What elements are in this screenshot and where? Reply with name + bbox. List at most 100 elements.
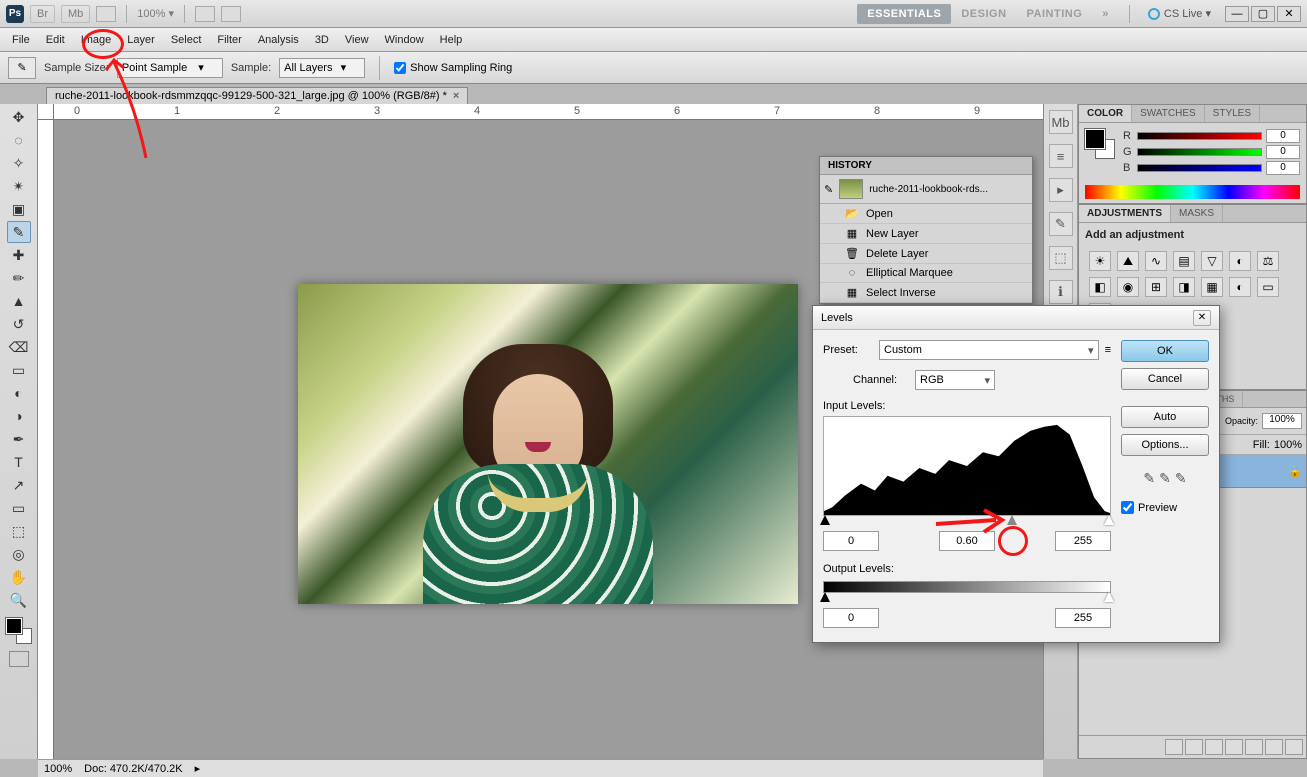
bridge-button[interactable]: Br bbox=[30, 5, 55, 23]
history-brush-tool[interactable]: ↺ bbox=[7, 313, 31, 335]
current-tool-icon[interactable]: ✎ bbox=[8, 57, 36, 79]
hand-tool[interactable]: ✋ bbox=[7, 566, 31, 588]
show-sampling-checkbox[interactable] bbox=[394, 62, 406, 74]
link-layers-button[interactable] bbox=[1165, 739, 1183, 755]
delete-layer-button[interactable] bbox=[1285, 739, 1303, 755]
window-close-button[interactable]: ✕ bbox=[1277, 6, 1301, 22]
green-value[interactable]: 0 bbox=[1266, 145, 1300, 159]
status-zoom[interactable]: 100% bbox=[44, 763, 72, 775]
adj-exposure-icon[interactable]: ▤ bbox=[1173, 251, 1195, 271]
green-slider[interactable] bbox=[1137, 148, 1262, 156]
menu-edit[interactable]: Edit bbox=[38, 30, 73, 50]
type-tool[interactable]: T bbox=[7, 451, 31, 473]
workspace-essentials[interactable]: ESSENTIALS bbox=[857, 4, 951, 24]
brush-panel-icon[interactable]: ✎ bbox=[1049, 212, 1073, 236]
output-low-handle[interactable] bbox=[820, 592, 830, 602]
midtones-handle[interactable] bbox=[1007, 515, 1017, 525]
window-minimize-button[interactable]: — bbox=[1225, 6, 1249, 22]
lasso-tool[interactable]: ✧ bbox=[7, 152, 31, 174]
zoom-tool[interactable]: 🔍 bbox=[7, 589, 31, 611]
info-panel-icon[interactable]: ℹ bbox=[1049, 280, 1073, 304]
ruler-origin[interactable] bbox=[38, 104, 54, 120]
new-layer-button[interactable] bbox=[1265, 739, 1283, 755]
history-item-newlayer[interactable]: ▦New Layer bbox=[820, 224, 1032, 244]
red-slider[interactable] bbox=[1137, 132, 1262, 140]
menu-layer[interactable]: Layer bbox=[119, 30, 163, 50]
preset-select[interactable]: Custom bbox=[879, 340, 1099, 360]
adj-invert-icon[interactable]: ◨ bbox=[1173, 277, 1195, 297]
gray-eyedropper-icon[interactable]: ✎ bbox=[1159, 470, 1171, 487]
levels-close-button[interactable]: ✕ bbox=[1193, 310, 1211, 326]
move-tool[interactable]: ✥ bbox=[7, 106, 31, 128]
preview-checkbox[interactable] bbox=[1121, 501, 1134, 514]
document-tab[interactable]: ruche-2011-lookbook-rdsmmzqqc-99129-500-… bbox=[46, 87, 468, 104]
group-button[interactable] bbox=[1245, 739, 1263, 755]
menu-analysis[interactable]: Analysis bbox=[250, 30, 307, 50]
adj-levels-icon[interactable]: ⛰ bbox=[1117, 251, 1139, 271]
crop-tool[interactable]: ▣ bbox=[7, 198, 31, 220]
history-tab[interactable]: HISTORY bbox=[820, 157, 880, 174]
foreground-background-swatch[interactable] bbox=[6, 618, 32, 644]
white-eyedropper-icon[interactable]: ✎ bbox=[1175, 470, 1187, 487]
ok-button[interactable]: OK bbox=[1121, 340, 1209, 362]
adj-brightness-icon[interactable]: ☀ bbox=[1089, 251, 1111, 271]
zoom-level[interactable]: 100% ▾ bbox=[137, 7, 174, 20]
eyedropper-tool[interactable]: ✎ bbox=[7, 221, 31, 243]
minibridge-panel-icon[interactable]: Mb bbox=[1049, 110, 1073, 134]
menu-select[interactable]: Select bbox=[163, 30, 210, 50]
history-item-open[interactable]: 📂Open bbox=[820, 204, 1032, 224]
3d-camera-tool[interactable]: ◎ bbox=[7, 543, 31, 565]
adj-channel-mixer-icon[interactable]: ⊞ bbox=[1145, 277, 1167, 297]
arrange-docs-dropdown[interactable] bbox=[195, 6, 215, 22]
black-eyedropper-icon[interactable]: ✎ bbox=[1143, 470, 1155, 487]
3d-tool[interactable]: ⬚ bbox=[7, 520, 31, 542]
window-restore-button[interactable]: ▢ bbox=[1251, 6, 1275, 22]
adj-threshold-icon[interactable]: ◐ bbox=[1229, 277, 1251, 297]
close-tab-icon[interactable]: × bbox=[453, 90, 459, 102]
tab-masks[interactable]: MASKS bbox=[1171, 205, 1223, 222]
color-spectrum[interactable] bbox=[1085, 185, 1300, 199]
adj-vibrance-icon[interactable]: ▽ bbox=[1201, 251, 1223, 271]
tab-styles[interactable]: STYLES bbox=[1205, 105, 1260, 122]
adj-photo-filter-icon[interactable]: ◉ bbox=[1117, 277, 1139, 297]
blue-value[interactable]: 0 bbox=[1266, 161, 1300, 175]
options-button[interactable]: Options... bbox=[1121, 434, 1209, 456]
output-low-input[interactable] bbox=[823, 608, 879, 628]
ruler-horizontal[interactable]: 0123456789 bbox=[54, 104, 1043, 120]
ruler-vertical[interactable] bbox=[38, 120, 54, 759]
clone-panel-icon[interactable]: ⬚ bbox=[1049, 246, 1073, 270]
levels-titlebar[interactable]: Levels ✕ bbox=[813, 306, 1219, 330]
magic-wand-tool[interactable]: ✴ bbox=[7, 175, 31, 197]
status-docinfo[interactable]: Doc: 470.2K/470.2K bbox=[84, 763, 182, 775]
fill-value[interactable]: 100% bbox=[1274, 439, 1302, 451]
menu-file[interactable]: File bbox=[4, 30, 38, 50]
blue-slider[interactable] bbox=[1137, 164, 1262, 172]
sample-select[interactable]: All Layers▾ bbox=[279, 58, 365, 78]
adj-hue-icon[interactable]: ◐ bbox=[1229, 251, 1251, 271]
channel-select[interactable]: RGB bbox=[915, 370, 995, 390]
output-high-handle[interactable] bbox=[1104, 592, 1114, 602]
history-snapshot[interactable]: ✎ ruche-2011-lookbook-rds... bbox=[820, 175, 1032, 204]
gradient-tool[interactable]: ▭ bbox=[7, 359, 31, 381]
menu-filter[interactable]: Filter bbox=[209, 30, 249, 50]
tab-adjustments[interactable]: ADJUSTMENTS bbox=[1079, 205, 1171, 222]
adj-gradient-map-icon[interactable]: ▭ bbox=[1257, 277, 1279, 297]
minibridge-button[interactable]: Mb bbox=[61, 5, 90, 23]
blur-tool[interactable]: ◐ bbox=[7, 382, 31, 404]
menu-image[interactable]: Image bbox=[73, 30, 120, 50]
midtones-input[interactable] bbox=[939, 531, 995, 551]
menu-view[interactable]: View bbox=[337, 30, 377, 50]
brush-tool[interactable]: ✏ bbox=[7, 267, 31, 289]
cancel-button[interactable]: Cancel bbox=[1121, 368, 1209, 390]
adj-posterize-icon[interactable]: ▦ bbox=[1201, 277, 1223, 297]
output-high-input[interactable] bbox=[1055, 608, 1111, 628]
history-item-selectinverse[interactable]: ▦Select Inverse bbox=[820, 283, 1032, 303]
shadows-input[interactable] bbox=[823, 531, 879, 551]
input-slider[interactable] bbox=[823, 515, 1111, 529]
screen-dropdown[interactable] bbox=[221, 6, 241, 22]
adj-colorbalance-icon[interactable]: ⚖ bbox=[1257, 251, 1279, 271]
color-swatch[interactable] bbox=[1085, 129, 1115, 159]
workspace-design[interactable]: DESIGN bbox=[951, 4, 1016, 24]
stamp-tool[interactable]: ▲ bbox=[7, 290, 31, 312]
pen-tool[interactable]: ✒ bbox=[7, 428, 31, 450]
